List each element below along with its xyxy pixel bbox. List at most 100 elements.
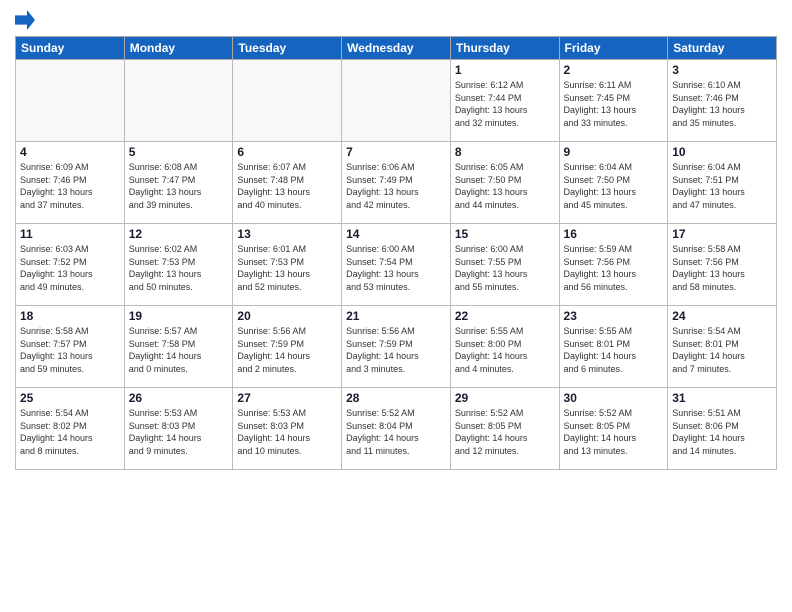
day-number: 10 [672, 145, 772, 159]
day-number: 17 [672, 227, 772, 241]
day-cell: 10Sunrise: 6:04 AM Sunset: 7:51 PM Dayli… [668, 142, 777, 224]
day-cell: 6 Sunrise: 6:07 AM Sunset: 7:48 PM Daylig… [233, 142, 342, 224]
day-cell: 21Sunrise: 5:56 AM Sunset: 7:59 PM Dayli… [342, 306, 451, 388]
calendar-header-row: SundayMondayTuesdayWednesdayThursdayFrid… [16, 37, 777, 60]
day-cell: 26Sunrise: 5:53 AM Sunset: 8:03 PM Dayli… [124, 388, 233, 470]
day-info: Sunrise: 5:57 AM Sunset: 7:58 PM Dayligh… [129, 325, 229, 375]
day-number: 16 [564, 227, 664, 241]
day-cell: 31 Sunrise: 5:51 AM Sunset: 8:06 PM Dayli… [668, 388, 777, 470]
day-cell: 28 Sunrise: 5:52 AM Sunset: 8:04 PM Dayli… [342, 388, 451, 470]
day-number: 30 [564, 391, 664, 405]
day-cell: 19 Sunrise: 5:57 AM Sunset: 7:58 PM Dayli… [124, 306, 233, 388]
logo-icon [15, 10, 35, 30]
day-cell [233, 60, 342, 142]
day-cell: 1Sunrise: 6:12 AM Sunset: 7:44 PM Daylig… [450, 60, 559, 142]
day-info: Sunrise: 6:04 AM Sunset: 7:50 PM Dayligh… [564, 161, 664, 211]
day-cell: 23 Sunrise: 5:55 AM Sunset: 8:01 PM Dayli… [559, 306, 668, 388]
day-number: 18 [20, 309, 120, 323]
day-info: Sunrise: 5:56 AM Sunset: 7:59 PM Dayligh… [237, 325, 337, 375]
day-info: Sunrise: 6:01 AM Sunset: 7:53 PM Dayligh… [237, 243, 337, 293]
col-header-saturday: Saturday [668, 37, 777, 60]
day-info: Sunrise: 5:53 AM Sunset: 8:03 PM Dayligh… [129, 407, 229, 457]
day-cell: 8 Sunrise: 6:05 AM Sunset: 7:50 PM Daylig… [450, 142, 559, 224]
day-info: Sunrise: 5:58 AM Sunset: 7:56 PM Dayligh… [672, 243, 772, 293]
day-cell: 14Sunrise: 6:00 AM Sunset: 7:54 PM Dayli… [342, 224, 451, 306]
day-number: 5 [129, 145, 229, 159]
day-cell: 29 Sunrise: 5:52 AM Sunset: 8:05 PM Dayli… [450, 388, 559, 470]
day-info: Sunrise: 5:54 AM Sunset: 8:02 PM Dayligh… [20, 407, 120, 457]
day-info: Sunrise: 6:09 AM Sunset: 7:46 PM Dayligh… [20, 161, 120, 211]
day-number: 15 [455, 227, 555, 241]
col-header-monday: Monday [124, 37, 233, 60]
day-info: Sunrise: 5:55 AM Sunset: 8:01 PM Dayligh… [564, 325, 664, 375]
day-cell [16, 60, 125, 142]
day-number: 2 [564, 63, 664, 77]
day-cell: 12 Sunrise: 6:02 AM Sunset: 7:53 PM Dayli… [124, 224, 233, 306]
week-row-4: 18 Sunrise: 5:58 AM Sunset: 7:57 PM Dayli… [16, 306, 777, 388]
col-header-tuesday: Tuesday [233, 37, 342, 60]
day-number: 20 [237, 309, 337, 323]
day-info: Sunrise: 6:08 AM Sunset: 7:47 PM Dayligh… [129, 161, 229, 211]
day-number: 25 [20, 391, 120, 405]
day-number: 19 [129, 309, 229, 323]
week-row-2: 4 Sunrise: 6:09 AM Sunset: 7:46 PM Daylig… [16, 142, 777, 224]
day-cell: 11Sunrise: 6:03 AM Sunset: 7:52 PM Dayli… [16, 224, 125, 306]
calendar-table: SundayMondayTuesdayWednesdayThursdayFrid… [15, 36, 777, 470]
day-cell: 13 Sunrise: 6:01 AM Sunset: 7:53 PM Dayli… [233, 224, 342, 306]
day-info: Sunrise: 5:55 AM Sunset: 8:00 PM Dayligh… [455, 325, 555, 375]
day-info: Sunrise: 6:12 AM Sunset: 7:44 PM Dayligh… [455, 79, 555, 129]
day-cell: 9Sunrise: 6:04 AM Sunset: 7:50 PM Daylig… [559, 142, 668, 224]
day-number: 31 [672, 391, 772, 405]
day-cell: 16 Sunrise: 5:59 AM Sunset: 7:56 PM Dayli… [559, 224, 668, 306]
col-header-thursday: Thursday [450, 37, 559, 60]
day-number: 13 [237, 227, 337, 241]
day-number: 8 [455, 145, 555, 159]
day-cell: 17 Sunrise: 5:58 AM Sunset: 7:56 PM Dayli… [668, 224, 777, 306]
day-info: Sunrise: 5:59 AM Sunset: 7:56 PM Dayligh… [564, 243, 664, 293]
logo [15, 10, 39, 30]
day-number: 7 [346, 145, 446, 159]
day-cell: 4 Sunrise: 6:09 AM Sunset: 7:46 PM Daylig… [16, 142, 125, 224]
day-number: 29 [455, 391, 555, 405]
day-number: 4 [20, 145, 120, 159]
day-number: 14 [346, 227, 446, 241]
day-number: 28 [346, 391, 446, 405]
day-info: Sunrise: 6:11 AM Sunset: 7:45 PM Dayligh… [564, 79, 664, 129]
day-number: 12 [129, 227, 229, 241]
day-number: 6 [237, 145, 337, 159]
day-info: Sunrise: 6:05 AM Sunset: 7:50 PM Dayligh… [455, 161, 555, 211]
day-info: Sunrise: 5:58 AM Sunset: 7:57 PM Dayligh… [20, 325, 120, 375]
day-cell [124, 60, 233, 142]
day-info: Sunrise: 6:10 AM Sunset: 7:46 PM Dayligh… [672, 79, 772, 129]
col-header-friday: Friday [559, 37, 668, 60]
day-info: Sunrise: 6:02 AM Sunset: 7:53 PM Dayligh… [129, 243, 229, 293]
day-cell: 25 Sunrise: 5:54 AM Sunset: 8:02 PM Dayli… [16, 388, 125, 470]
day-cell: 24 Sunrise: 5:54 AM Sunset: 8:01 PM Dayli… [668, 306, 777, 388]
day-cell: 18 Sunrise: 5:58 AM Sunset: 7:57 PM Dayli… [16, 306, 125, 388]
day-info: Sunrise: 5:53 AM Sunset: 8:03 PM Dayligh… [237, 407, 337, 457]
week-row-5: 25 Sunrise: 5:54 AM Sunset: 8:02 PM Dayli… [16, 388, 777, 470]
day-number: 24 [672, 309, 772, 323]
col-header-wednesday: Wednesday [342, 37, 451, 60]
week-row-3: 11Sunrise: 6:03 AM Sunset: 7:52 PM Dayli… [16, 224, 777, 306]
day-info: Sunrise: 5:52 AM Sunset: 8:05 PM Dayligh… [455, 407, 555, 457]
page: SundayMondayTuesdayWednesdayThursdayFrid… [0, 0, 792, 612]
day-info: Sunrise: 6:07 AM Sunset: 7:48 PM Dayligh… [237, 161, 337, 211]
day-cell: 30 Sunrise: 5:52 AM Sunset: 8:05 PM Dayli… [559, 388, 668, 470]
day-info: Sunrise: 5:52 AM Sunset: 8:05 PM Dayligh… [564, 407, 664, 457]
day-number: 23 [564, 309, 664, 323]
day-info: Sunrise: 5:51 AM Sunset: 8:06 PM Dayligh… [672, 407, 772, 457]
day-info: Sunrise: 6:03 AM Sunset: 7:52 PM Dayligh… [20, 243, 120, 293]
day-cell: 3Sunrise: 6:10 AM Sunset: 7:46 PM Daylig… [668, 60, 777, 142]
header [15, 10, 777, 30]
day-info: Sunrise: 5:56 AM Sunset: 7:59 PM Dayligh… [346, 325, 446, 375]
day-info: Sunrise: 5:52 AM Sunset: 8:04 PM Dayligh… [346, 407, 446, 457]
day-cell: 5 Sunrise: 6:08 AM Sunset: 7:47 PM Daylig… [124, 142, 233, 224]
day-cell: 20 Sunrise: 5:56 AM Sunset: 7:59 PM Dayli… [233, 306, 342, 388]
day-cell: 27Sunrise: 5:53 AM Sunset: 8:03 PM Dayli… [233, 388, 342, 470]
day-cell: 7 Sunrise: 6:06 AM Sunset: 7:49 PM Daylig… [342, 142, 451, 224]
day-info: Sunrise: 5:54 AM Sunset: 8:01 PM Dayligh… [672, 325, 772, 375]
day-cell: 22Sunrise: 5:55 AM Sunset: 8:00 PM Dayli… [450, 306, 559, 388]
day-info: Sunrise: 6:06 AM Sunset: 7:49 PM Dayligh… [346, 161, 446, 211]
day-cell [342, 60, 451, 142]
